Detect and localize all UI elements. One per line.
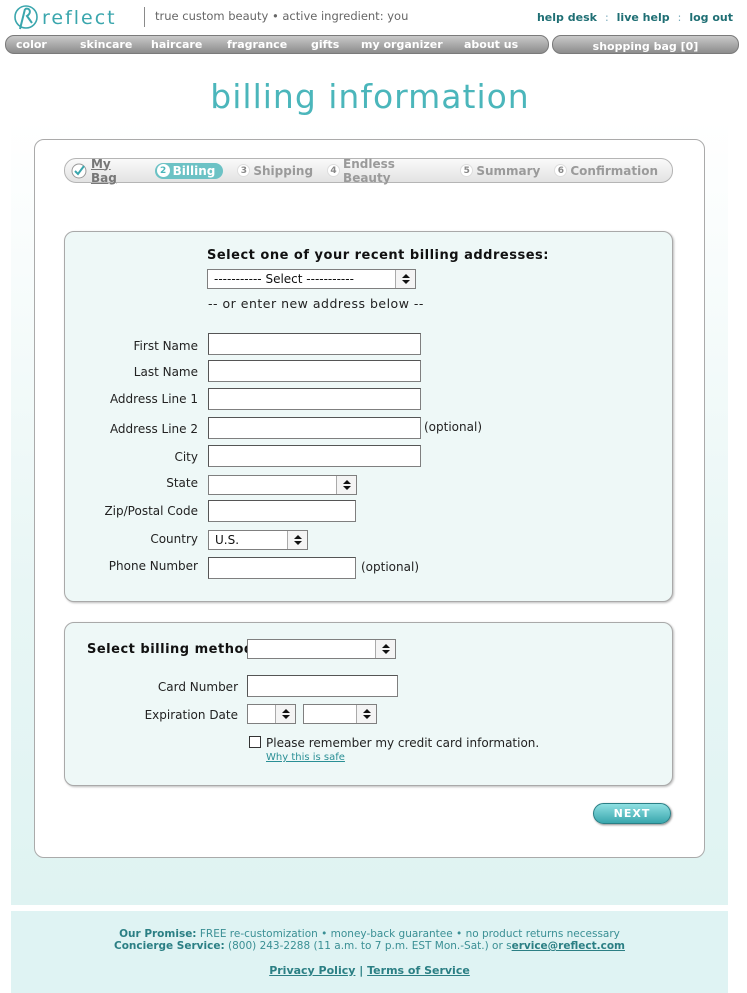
card-number-label: Card Number (157, 680, 238, 694)
step-label: Shipping (253, 163, 314, 178)
address-line-1-label: Address Line 1 (109, 392, 198, 406)
country-select[interactable]: U.S. (208, 530, 308, 550)
step-number: 6 (554, 164, 568, 177)
promise-label: Our Promise: (119, 928, 197, 940)
log-out-link[interactable]: log out (689, 11, 733, 24)
nav-item-color[interactable]: color (16, 38, 80, 51)
live-help-link[interactable]: live help (617, 11, 670, 24)
email-link[interactable]: ervice@reflect.com (512, 940, 625, 952)
nav-item-skincare[interactable]: skincare (80, 38, 151, 51)
nav-item-my-organizer[interactable]: my organizer (361, 38, 464, 51)
country-label: Country (150, 532, 198, 546)
zip-field[interactable] (208, 500, 356, 522)
billing-method-label: Select billing method: (87, 642, 260, 657)
phone-label: Phone Number (108, 559, 198, 573)
address-line-1-field[interactable] (208, 388, 421, 410)
recent-address-heading: Select one of your recent billing addres… (207, 248, 549, 263)
nav-item-about-us[interactable]: about us (464, 38, 534, 51)
select-arrow-icon (356, 705, 376, 723)
step-summary: 5 Summary (460, 164, 540, 178)
step-number: 4 (327, 164, 341, 177)
step-label: My Bag (90, 156, 117, 185)
link-separator: : (677, 11, 682, 24)
footer-link-separator: | (359, 964, 364, 977)
state-select[interactable] (208, 475, 357, 495)
step-confirmation: 6 Confirmation (554, 164, 658, 178)
nav-item-haircare[interactable]: haircare (151, 38, 227, 51)
shopping-bag-label: shopping bag [0] (592, 40, 699, 53)
step-label: Endless Beauty (343, 156, 395, 185)
step-my-bag[interactable]: My Bag (71, 157, 141, 185)
promise-text: FREE re-customization • money-back guara… (199, 928, 620, 940)
zip-label: Zip/Postal Code (104, 504, 198, 518)
next-button[interactable]: NEXT (593, 803, 671, 824)
link-separator: : (604, 11, 609, 24)
concierge-text: (800) 243-2288 (11 a.m. to 7 p.m. EST Mo… (228, 940, 512, 952)
card-number-field[interactable] (247, 675, 398, 697)
select-arrow-icon (336, 476, 356, 494)
privacy-policy-link[interactable]: Privacy Policy (269, 964, 355, 977)
phone-optional: (optional) (361, 560, 419, 574)
footer-links: Privacy Policy | Terms of Service (11, 964, 728, 977)
city-label: City (174, 450, 198, 464)
last-name-field[interactable] (208, 360, 421, 382)
first-name-label: First Name (133, 339, 198, 353)
top-links: help desk : live help : log out (537, 11, 733, 24)
page-title: billing information (210, 77, 530, 116)
recent-address-select[interactable]: ----------- Select ----------- (207, 269, 416, 289)
state-label: State (166, 476, 198, 490)
remember-card-checkbox[interactable] (249, 736, 261, 748)
concierge-label: Concierge Service: (113, 940, 225, 952)
logo-icon (14, 5, 38, 30)
promise-line: Our Promise: FREE re-customization • mon… (11, 928, 728, 940)
select-arrow-icon (275, 705, 295, 723)
step-endless-beauty: 4 Endless Beauty (327, 157, 446, 185)
tagline: true custom beauty • active ingredient: … (155, 9, 409, 23)
header-divider (144, 7, 145, 27)
help-desk-link[interactable]: help desk (537, 11, 597, 24)
checkout-steps: My Bag 2 Billing 3 Shipping 4 Endless Be… (64, 157, 673, 185)
logo-text: reflect (42, 7, 117, 29)
step-label: Confirmation (570, 163, 658, 178)
country-select-value: U.S. (215, 533, 240, 547)
checkmark-icon (71, 163, 87, 178)
expiration-month-select[interactable] (247, 704, 296, 724)
billing-method-select[interactable] (247, 639, 396, 659)
address-line-2-label: Address Line 2 (109, 422, 198, 436)
expiration-date-label: Expiration Date (144, 708, 238, 722)
remember-card-label: Please remember my credit card informati… (266, 736, 540, 750)
step-shipping: 3 Shipping (237, 164, 313, 178)
step-number: 2 (156, 164, 170, 177)
shopping-bag-button[interactable]: shopping bag [0] (552, 35, 739, 54)
terms-of-service-link[interactable]: Terms of Service (367, 964, 470, 977)
expiration-year-select[interactable] (303, 704, 377, 724)
address-line-2-optional: (optional) (424, 420, 482, 434)
why-safe-link[interactable]: Why this is safe (266, 752, 345, 763)
footer: Our Promise: FREE re-customization • mon… (11, 909, 728, 993)
concierge-line: Concierge Service: (800) 243-2288 (11 a.… (11, 940, 728, 952)
step-billing: 2 Billing (154, 162, 224, 179)
recent-address-select-value: ----------- Select ----------- (214, 272, 354, 286)
logo[interactable]: reflect (10, 3, 117, 33)
first-name-field[interactable] (208, 333, 421, 355)
select-arrow-icon (395, 270, 415, 288)
step-number: 3 (237, 164, 251, 177)
select-arrow-icon (287, 531, 307, 549)
step-label: Billing (172, 163, 216, 178)
step-label: Summary (476, 163, 541, 178)
main-nav: color skincare haircare fragrance gifts … (5, 35, 549, 54)
phone-field[interactable] (208, 557, 356, 579)
or-enter-new-text: -- or enter new address below -- (208, 296, 424, 311)
city-field[interactable] (208, 445, 421, 467)
step-number: 5 (460, 164, 474, 177)
last-name-label: Last Name (133, 365, 198, 379)
address-line-2-field[interactable] (208, 417, 421, 439)
nav-item-fragrance[interactable]: fragrance (227, 38, 311, 51)
nav-item-gifts[interactable]: gifts (311, 38, 361, 51)
select-arrow-icon (375, 640, 395, 658)
